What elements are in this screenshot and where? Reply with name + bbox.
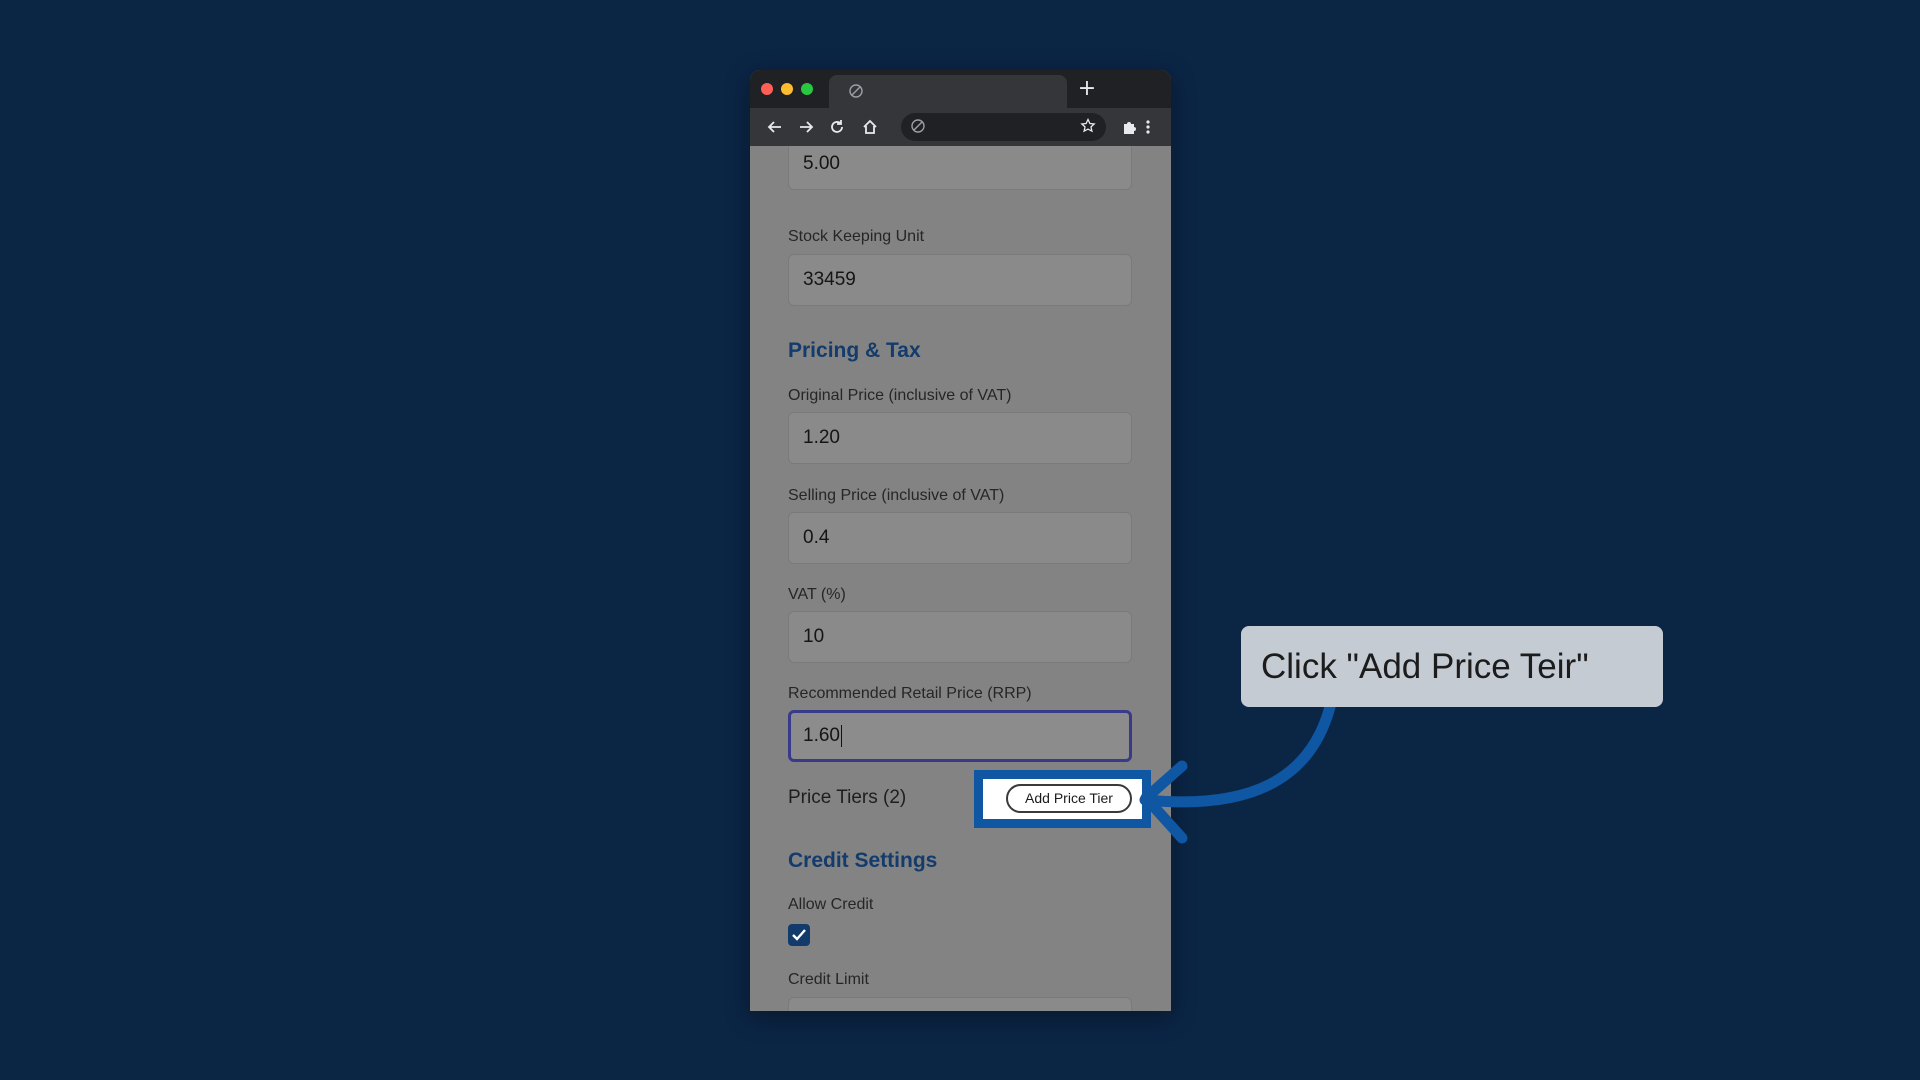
top-field-input[interactable]: 5.00 (788, 146, 1132, 190)
selling-price-input[interactable]: 0.4 (788, 512, 1132, 564)
address-bar[interactable] (901, 113, 1106, 141)
allow-credit-label: Allow Credit (788, 896, 874, 913)
callout-text: Click "Add Price Teir" (1261, 647, 1589, 686)
close-window-button[interactable] (761, 83, 773, 95)
maximize-window-button[interactable] (801, 83, 813, 95)
browser-titlebar: + (750, 70, 1171, 108)
credit-limit-input[interactable] (788, 997, 1132, 1011)
original-price-label: Original Price (inclusive of VAT) (788, 387, 1012, 404)
credit-section-title: Credit Settings (788, 849, 938, 872)
original-price-input[interactable]: 1.20 (788, 412, 1132, 464)
rrp-input[interactable]: 1.60 (788, 710, 1132, 762)
pricing-section-title: Pricing & Tax (788, 339, 921, 362)
credit-limit-label: Credit Limit (788, 971, 869, 988)
rrp-value: 1.60 (803, 725, 840, 746)
rrp-label: Recommended Retail Price (RRP) (788, 685, 1032, 702)
price-tiers-label: Price Tiers (2) (788, 787, 907, 808)
page-content: 5.00 Stock Keeping Unit 33459 Pricing & … (750, 146, 1171, 1011)
add-price-tier-button[interactable]: Add Price Tier (1006, 784, 1132, 813)
instruction-callout: Click "Add Price Teir" (1241, 626, 1663, 707)
sku-label: Stock Keeping Unit (788, 228, 925, 245)
menu-icon[interactable] (1145, 118, 1163, 136)
vat-label: VAT (%) (788, 586, 846, 603)
checkmark-icon (792, 929, 806, 941)
selling-price-label: Selling Price (inclusive of VAT) (788, 487, 1005, 504)
new-tab-icon[interactable]: + (1075, 77, 1099, 101)
home-icon[interactable] (861, 118, 879, 136)
back-icon[interactable] (766, 118, 784, 136)
vat-input[interactable]: 10 (788, 611, 1132, 663)
globe-icon (911, 119, 925, 138)
extensions-icon[interactable] (1121, 118, 1139, 136)
forward-icon[interactable] (797, 118, 815, 136)
bookmark-star-icon[interactable] (1080, 117, 1096, 139)
allow-credit-checkbox[interactable] (788, 924, 810, 946)
browser-window: + 5.00 Stock Keeping Unit 33459 Pricing … (750, 70, 1171, 1011)
minimize-window-button[interactable] (781, 83, 793, 95)
text-caret (840, 724, 842, 747)
browser-toolbar (750, 108, 1171, 146)
browser-tab[interactable] (829, 75, 1067, 108)
reload-icon[interactable] (828, 118, 846, 136)
globe-icon (849, 84, 863, 103)
sku-input[interactable]: 33459 (788, 254, 1132, 306)
